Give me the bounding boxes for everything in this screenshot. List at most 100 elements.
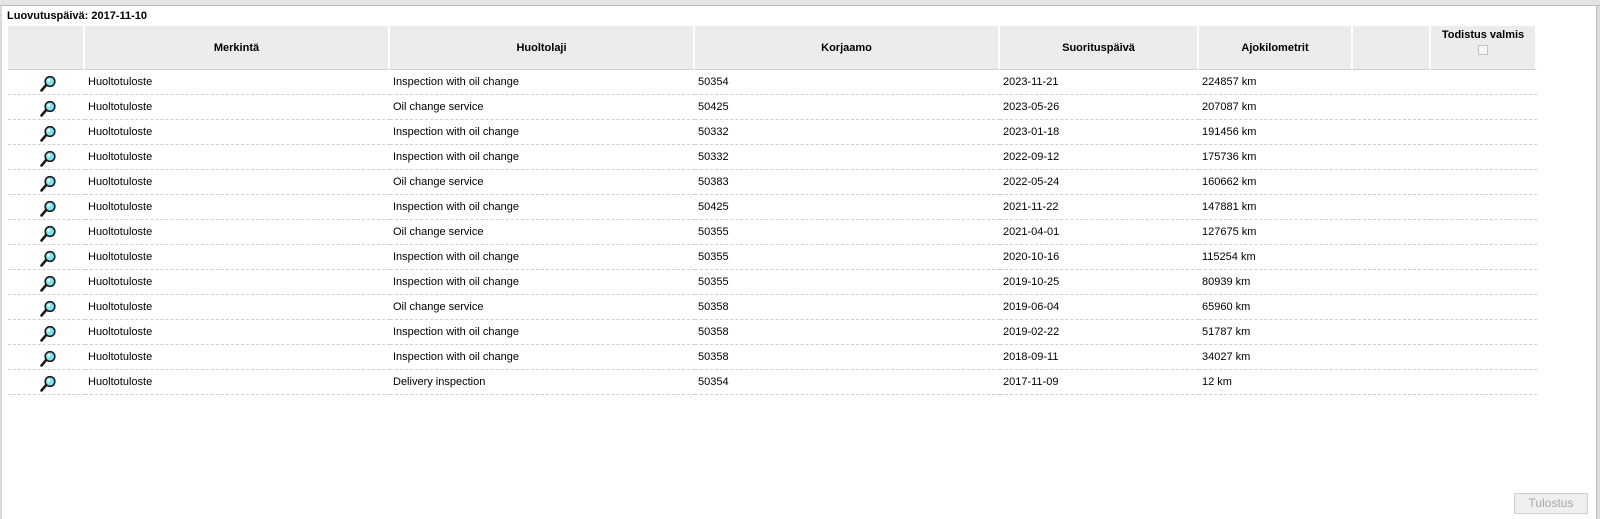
view-record-button[interactable] bbox=[8, 70, 85, 95]
cell-ajokilometrit: 80939 km bbox=[1199, 270, 1353, 295]
row-filler bbox=[1537, 170, 1569, 195]
magnifier-icon[interactable] bbox=[39, 175, 57, 193]
row-filler bbox=[1537, 245, 1569, 270]
row-filler bbox=[1537, 220, 1569, 245]
cell-todistus-valmis bbox=[1431, 70, 1537, 95]
cell-huoltolaji: Oil change service bbox=[390, 95, 695, 120]
table-row[interactable]: Huoltotuloste Inspection with oil change 5… bbox=[8, 145, 1569, 170]
delivery-date-title: Luovutuspäivä: 2017-11-10 bbox=[7, 10, 148, 22]
cell-korjaamo: 50358 bbox=[695, 345, 1000, 370]
cell-ajokilometrit: 191456 km bbox=[1199, 120, 1353, 145]
table-row[interactable]: Huoltotuloste Inspection with oil change 5… bbox=[8, 195, 1569, 220]
cell-merkinta: Huoltotuloste bbox=[85, 270, 390, 295]
cell-ajokilometrit: 115254 km bbox=[1199, 245, 1353, 270]
cell-blank bbox=[1353, 345, 1431, 370]
table-row[interactable]: Huoltotuloste Oil change service 50425 2023… bbox=[8, 95, 1569, 120]
view-record-button[interactable] bbox=[8, 120, 85, 145]
cell-korjaamo: 50332 bbox=[695, 120, 1000, 145]
window-left-border bbox=[0, 6, 2, 519]
view-record-button[interactable] bbox=[8, 145, 85, 170]
magnifier-icon[interactable] bbox=[39, 125, 57, 143]
header-huoltolaji[interactable]: Huoltolaji bbox=[390, 26, 695, 70]
header-suorituspaiva[interactable]: Suorituspäivä bbox=[1000, 26, 1199, 70]
table-row[interactable]: Huoltotuloste Delivery inspection 50354 201… bbox=[8, 370, 1569, 395]
magnifier-icon[interactable] bbox=[39, 200, 57, 218]
magnifier-icon[interactable] bbox=[39, 325, 57, 343]
view-record-button[interactable] bbox=[8, 320, 85, 345]
view-record-button[interactable] bbox=[8, 95, 85, 120]
cell-ajokilometrit: 51787 km bbox=[1199, 320, 1353, 345]
magnifier-icon[interactable] bbox=[39, 100, 57, 118]
cell-korjaamo: 50354 bbox=[695, 70, 1000, 95]
magnifier-icon[interactable] bbox=[39, 225, 57, 243]
table-row[interactable]: Huoltotuloste Inspection with oil change 5… bbox=[8, 270, 1569, 295]
view-record-button[interactable] bbox=[8, 220, 85, 245]
view-record-button[interactable] bbox=[8, 195, 85, 220]
cell-todistus-valmis bbox=[1431, 95, 1537, 120]
cell-blank bbox=[1353, 195, 1431, 220]
header-ajokilometrit[interactable]: Ajokilometrit bbox=[1199, 26, 1353, 70]
cell-todistus-valmis bbox=[1431, 345, 1537, 370]
view-record-button[interactable] bbox=[8, 295, 85, 320]
select-all-checkbox[interactable] bbox=[1478, 45, 1488, 55]
cell-ajokilometrit: 12 km bbox=[1199, 370, 1353, 395]
row-filler bbox=[1537, 145, 1569, 170]
cell-merkinta: Huoltotuloste bbox=[85, 195, 390, 220]
table-row[interactable]: Huoltotuloste Inspection with oil change 5… bbox=[8, 345, 1569, 370]
view-record-button[interactable] bbox=[8, 170, 85, 195]
magnifier-icon[interactable] bbox=[39, 150, 57, 168]
table-row[interactable]: Huoltotuloste Inspection with oil change 5… bbox=[8, 70, 1569, 95]
header-korjaamo[interactable]: Korjaamo bbox=[695, 26, 1000, 70]
row-filler bbox=[1537, 270, 1569, 295]
table-row[interactable]: Huoltotuloste Inspection with oil change 5… bbox=[8, 245, 1569, 270]
row-filler bbox=[1537, 295, 1569, 320]
header-merkinta[interactable]: Merkintä bbox=[85, 26, 390, 70]
cell-ajokilometrit: 207087 km bbox=[1199, 95, 1353, 120]
view-record-button[interactable] bbox=[8, 245, 85, 270]
cell-ajokilometrit: 147881 km bbox=[1199, 195, 1353, 220]
cell-suorituspaiva: 2021-11-22 bbox=[1000, 195, 1199, 220]
cell-todistus-valmis bbox=[1431, 195, 1537, 220]
table-row[interactable]: Huoltotuloste Oil change service 50355 2021… bbox=[8, 220, 1569, 245]
cell-merkinta: Huoltotuloste bbox=[85, 70, 390, 95]
cell-huoltolaji: Delivery inspection bbox=[390, 370, 695, 395]
magnifier-icon[interactable] bbox=[39, 350, 57, 368]
magnifier-icon[interactable] bbox=[39, 300, 57, 318]
view-record-button[interactable] bbox=[8, 345, 85, 370]
magnifier-icon[interactable] bbox=[39, 75, 57, 93]
service-history-table: Merkintä Huoltolaji Korjaamo Suorituspäi… bbox=[8, 26, 1569, 395]
magnifier-icon[interactable] bbox=[39, 275, 57, 293]
table-row[interactable]: Huoltotuloste Inspection with oil change 5… bbox=[8, 120, 1569, 145]
cell-blank bbox=[1353, 95, 1431, 120]
cell-suorituspaiva: 2022-05-24 bbox=[1000, 170, 1199, 195]
cell-huoltolaji: Inspection with oil change bbox=[390, 320, 695, 345]
cell-ajokilometrit: 175736 km bbox=[1199, 145, 1353, 170]
cell-todistus-valmis bbox=[1431, 145, 1537, 170]
cell-todistus-valmis bbox=[1431, 270, 1537, 295]
header-filler bbox=[1537, 26, 1569, 70]
table-row[interactable]: Huoltotuloste Oil change service 50358 2019… bbox=[8, 295, 1569, 320]
table-row[interactable]: Huoltotuloste Inspection with oil change 5… bbox=[8, 320, 1569, 345]
print-button[interactable]: Tulostus bbox=[1514, 493, 1588, 514]
cell-korjaamo: 50332 bbox=[695, 145, 1000, 170]
cell-merkinta: Huoltotuloste bbox=[85, 120, 390, 145]
magnifier-icon[interactable] bbox=[39, 375, 57, 393]
cell-suorituspaiva: 2020-10-16 bbox=[1000, 245, 1199, 270]
cell-korjaamo: 50355 bbox=[695, 220, 1000, 245]
cell-suorituspaiva: 2019-10-25 bbox=[1000, 270, 1199, 295]
cell-merkinta: Huoltotuloste bbox=[85, 295, 390, 320]
cell-suorituspaiva: 2023-11-21 bbox=[1000, 70, 1199, 95]
cell-suorituspaiva: 2023-01-18 bbox=[1000, 120, 1199, 145]
cell-ajokilometrit: 127675 km bbox=[1199, 220, 1353, 245]
cell-korjaamo: 50425 bbox=[695, 95, 1000, 120]
magnifier-icon[interactable] bbox=[39, 250, 57, 268]
cell-huoltolaji: Inspection with oil change bbox=[390, 120, 695, 145]
view-record-button[interactable] bbox=[8, 370, 85, 395]
cell-suorituspaiva: 2023-05-26 bbox=[1000, 95, 1199, 120]
window-right-scrollbar[interactable] bbox=[1596, 6, 1600, 519]
table-row[interactable]: Huoltotuloste Oil change service 50383 2022… bbox=[8, 170, 1569, 195]
cell-huoltolaji: Oil change service bbox=[390, 295, 695, 320]
view-record-button[interactable] bbox=[8, 270, 85, 295]
cell-suorituspaiva: 2017-11-09 bbox=[1000, 370, 1199, 395]
cell-blank bbox=[1353, 370, 1431, 395]
